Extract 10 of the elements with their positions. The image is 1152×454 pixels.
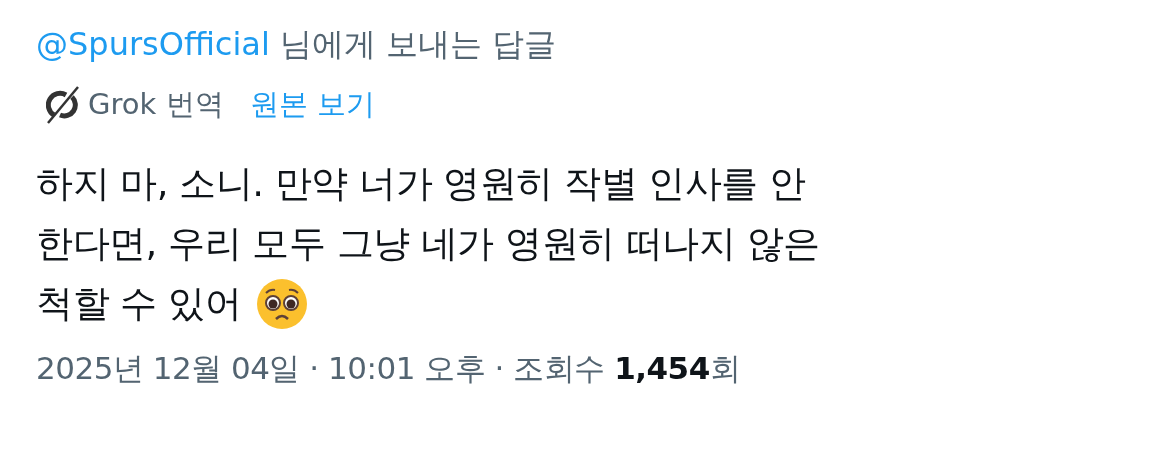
reply-context-text: 님에게 보내는 답글: [279, 25, 557, 63]
slashed-circle-icon: [46, 85, 80, 125]
tweet-metadata: 2025년 12월 04일 · 10:01 오후 · 조회수 1,454회: [36, 349, 742, 388]
tweet-text-line: 한다면, 우리 모두 그냥 네가 영원히 떠나지 않은: [36, 221, 820, 267]
tweet-text-line: 하지 마, 소니. 만약 너가 영원히 작별 인사를 안: [36, 161, 806, 207]
translation-label: Grok 번역: [88, 86, 224, 123]
user-handle-link[interactable]: @SpursOfficial: [36, 25, 270, 63]
show-original-link[interactable]: 원본 보기: [249, 85, 375, 125]
pleading-face-icon: [255, 277, 310, 331]
tweet-text-line: 척할 수 있어: [36, 281, 242, 327]
